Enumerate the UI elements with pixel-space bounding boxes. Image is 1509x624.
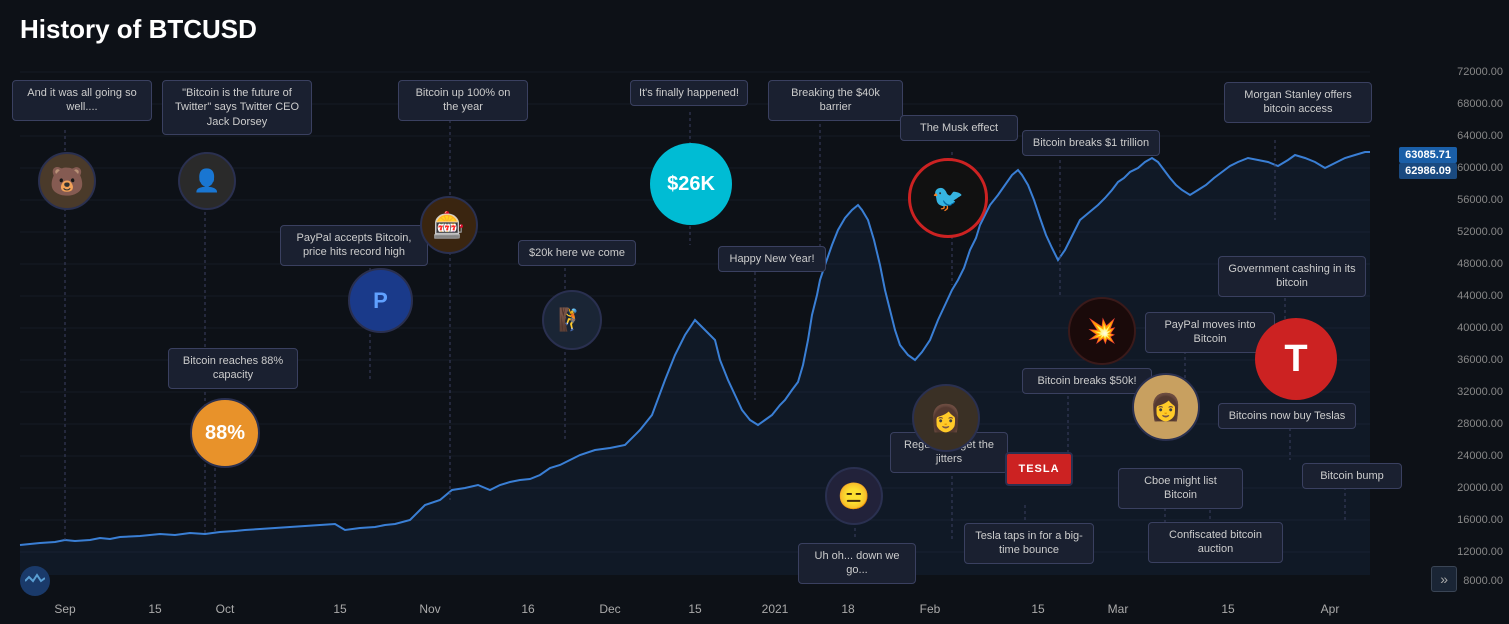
x-label-15-4: 15 (1031, 602, 1044, 616)
y-label-44k: 44000.00 (1457, 290, 1503, 302)
x-label-sep: Sep (54, 602, 75, 616)
annotation-paypal-accepts: PayPal accepts Bitcoin, price hits recor… (280, 225, 428, 266)
y-label-32k: 32000.00 (1457, 386, 1503, 398)
y-label-40k: 40000.00 (1457, 322, 1503, 334)
icon-paypal: P (348, 268, 413, 333)
x-label-15-1: 15 (148, 602, 161, 616)
annotation-tesla-bounce: Tesla taps in for a big-time bounce (964, 523, 1094, 564)
icon-twitter-musk: 🐦 (908, 158, 988, 238)
x-label-mar: Mar (1108, 602, 1129, 616)
icon-climber: 🧗 (542, 290, 602, 350)
y-label-48k: 48000.00 (1457, 258, 1503, 270)
x-label-nov: Nov (419, 602, 440, 616)
y-label-16k: 16000.00 (1457, 514, 1503, 526)
x-label-dec: Dec (599, 602, 620, 616)
annotation-1-trillion: Bitcoin breaks $1 trillion (1022, 130, 1160, 156)
y-label-52k: 52000.00 (1457, 226, 1503, 238)
annotation-musk-effect: The Musk effect (900, 115, 1018, 141)
y-label-36k: 36000.00 (1457, 354, 1503, 366)
annotation-paypal-moves: PayPal moves into Bitcoin (1145, 312, 1275, 353)
annotation-going-well: And it was all going so well.... (12, 80, 152, 121)
nav-next-button[interactable]: » (1431, 566, 1457, 592)
y-label-56k: 56000.00 (1457, 194, 1503, 206)
icon-dorsey-avatar: 👤 (178, 152, 236, 210)
y-label-24k: 24000.00 (1457, 450, 1503, 462)
annotation-cboe: Cboe might list Bitcoin (1118, 468, 1243, 509)
annotation-gov-cashing: Government cashing in its bitcoin (1218, 256, 1366, 297)
icon-down-emoji: 😑 (825, 467, 883, 525)
y-label-12k: 12000.00 (1457, 546, 1503, 558)
annotation-happy-new-year: Happy New Year! (718, 246, 826, 272)
y-label-72k: 72000.00 (1457, 66, 1503, 78)
annotation-50k: Bitcoin breaks $50k! (1022, 368, 1152, 394)
annotation-bitcoin-bump: Bitcoin bump (1302, 463, 1402, 489)
prev-price-badge: 62986.09 (1399, 163, 1457, 179)
annotation-twitter-dorsey: "Bitcoin is the future of Twitter" says … (162, 80, 312, 135)
x-label-16: 16 (521, 602, 534, 616)
y-label-28k: 28000.00 (1457, 418, 1503, 430)
current-price-badge: 63085.71 (1399, 147, 1457, 163)
icon-tesla-T: T (1255, 318, 1337, 400)
annotation-88-capacity: Bitcoin reaches 88% capacity (168, 348, 298, 389)
watermark-logo (20, 566, 50, 596)
chart-container: History of BTCUSD (0, 0, 1509, 624)
x-label-oct: Oct (216, 602, 235, 616)
y-label-64k: 64000.00 (1457, 130, 1503, 142)
annotation-morgan-stanley: Morgan Stanley offers bitcoin access (1224, 82, 1372, 123)
x-label-15-5: 15 (1221, 602, 1234, 616)
x-label-18: 18 (841, 602, 854, 616)
icon-88-percent: 88% (190, 398, 260, 468)
y-label-8k: 8000.00 (1463, 575, 1503, 587)
annotation-finally-happened: It's finally happened! (630, 80, 748, 106)
icon-explosion: 💥 (1068, 297, 1136, 365)
annotation-buy-teslas: Bitcoins now buy Teslas (1218, 403, 1356, 429)
icon-tesla-logo: TESLA (1005, 452, 1073, 486)
y-label-68k: 68000.00 (1457, 98, 1503, 110)
icon-sep-avatar: 🐻 (38, 152, 96, 210)
annotation-20k: $20k here we come (518, 240, 636, 266)
icon-regulator-avatar: 👩 (912, 384, 980, 452)
icon-woman-avatar: 👩 (1132, 373, 1200, 441)
icon-26k: $26K (650, 143, 732, 225)
x-label-apr: Apr (1321, 602, 1340, 616)
icon-jukebox: 🎰 (420, 196, 478, 254)
x-label-15-2: 15 (333, 602, 346, 616)
annotation-confiscated-bitcoin: Confiscated bitcoin auction (1148, 522, 1283, 563)
x-label-15-3: 15 (688, 602, 701, 616)
x-label-2021: 2021 (762, 602, 789, 616)
x-label-feb: Feb (920, 602, 941, 616)
annotation-100-percent: Bitcoin up 100% on the year (398, 80, 528, 121)
y-label-60k: 60000.00 (1457, 162, 1503, 174)
annotation-down-we-go: Uh oh... down we go... (798, 543, 916, 584)
y-label-20k: 20000.00 (1457, 482, 1503, 494)
annotation-40k: Breaking the $40k barrier (768, 80, 903, 121)
